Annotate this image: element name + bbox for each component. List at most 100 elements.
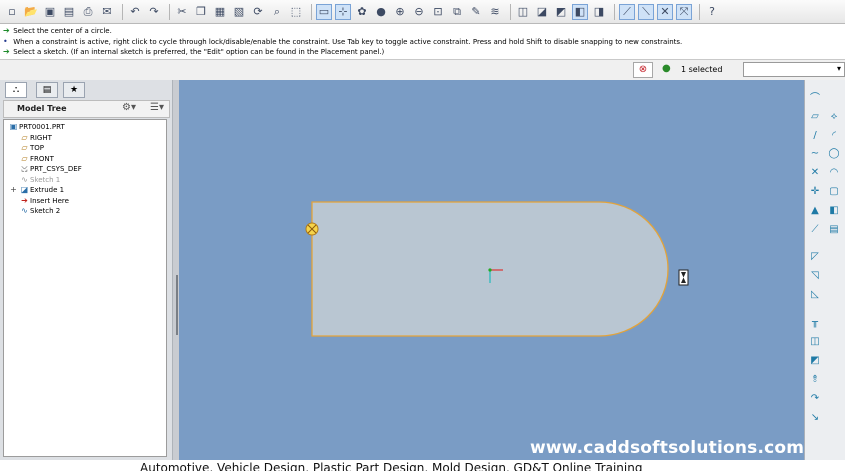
datum-plane-icon: ▱ — [21, 133, 28, 142]
mirror-icon[interactable]: ◹ — [808, 269, 822, 283]
fillet-icon[interactable]: ◠ — [827, 166, 841, 180]
datum-points-icon[interactable]: ◩ — [553, 4, 569, 20]
tree-node-insert-here[interactable]: ➔ Insert Here — [19, 196, 69, 206]
spline-icon[interactable]: ∼ — [808, 147, 822, 161]
model-tree-title: Model Tree — [17, 104, 67, 113]
tab-favorites[interactable]: ★ — [63, 82, 85, 98]
new-icon[interactable]: ▫ — [4, 4, 20, 20]
toolbar-separator — [614, 3, 615, 20]
splitter-grip[interactable] — [176, 275, 178, 335]
arrow-icon: ➔ — [3, 26, 10, 35]
undo-icon[interactable]: ↶ — [127, 4, 143, 20]
constraint-display-icon[interactable]: ✕ — [657, 3, 673, 20]
extrude-icon: ◪ — [20, 185, 29, 194]
sweep-icon[interactable]: ◩ — [808, 354, 822, 368]
hourglass-cursor-icon — [678, 269, 689, 286]
footer-banner: Automotive, Vehicle Design, Plastic Part… — [0, 460, 845, 471]
trim-icon[interactable]: ◸ — [808, 250, 822, 264]
redo-icon[interactable]: ↷ — [146, 4, 162, 20]
constraints-icon[interactable]: ⊹ — [335, 3, 351, 20]
zoom-out-icon[interactable]: ⊖ — [411, 4, 427, 20]
select-icon[interactable]: ⬚ — [288, 4, 304, 20]
round-icon[interactable]: ↷ — [808, 392, 822, 406]
tree-settings-icon[interactable]: ⚙▾ — [122, 102, 136, 113]
vertex-display-icon[interactable]: ⤧ — [676, 3, 692, 20]
expand-icon[interactable]: + — [8, 185, 19, 195]
print-icon[interactable]: ⎙ — [80, 4, 96, 20]
csys-display-icon[interactable]: ◧ — [572, 3, 588, 20]
paste-icon[interactable]: ▦ — [212, 4, 228, 20]
datum-axes-icon[interactable]: ◪ — [534, 4, 550, 20]
tree-node-top[interactable]: ▱ TOP — [19, 143, 44, 153]
sketch-svg — [305, 201, 689, 337]
tree-node-extrude1[interactable]: + ◪ Extrude 1 — [8, 185, 64, 195]
paste-special-icon[interactable]: ▧ — [231, 4, 247, 20]
message-line: • When a constraint is active, right cli… — [3, 36, 683, 46]
toolbar-separator — [699, 3, 700, 20]
sketcher-toolbar: ⌒ ▱ ⟡ / ◜ ∼ ◯ ✕ ◠ ✛ ▢ ▲ ◧ ⟋ ▤ ◸ ◹ ◺ ╥ ◫ … — [804, 80, 845, 460]
shading-icon[interactable]: ● — [373, 4, 389, 20]
display-style-icon[interactable]: ✿ — [354, 4, 370, 20]
offset-icon[interactable]: ▢ — [827, 185, 841, 199]
info-bullet-icon: • — [3, 36, 8, 46]
point-icon[interactable]: ✕ — [808, 166, 822, 180]
copy-icon[interactable]: ❐ — [193, 4, 209, 20]
layers-icon[interactable]: ≋ — [487, 4, 503, 20]
tab-folder-browser[interactable]: ▤ — [36, 82, 58, 98]
dimension-display-icon[interactable]: ⟍ — [638, 3, 654, 20]
text-icon[interactable]: ▲ — [808, 204, 822, 218]
toolbar-separator — [311, 3, 312, 20]
datum-plane-icon: ▱ — [21, 154, 28, 163]
centerline-icon[interactable]: ⟡ — [827, 110, 841, 124]
datum-planes-icon[interactable]: ◫ — [515, 4, 531, 20]
tree-node-right[interactable]: ▱ RIGHT — [19, 133, 51, 143]
palette-icon[interactable]: ◧ — [827, 204, 841, 218]
tab-model-tree[interactable]: ⛬ — [5, 82, 27, 98]
tree-node-part[interactable]: ▣ PRT0001.PRT — [8, 122, 65, 132]
tree-node-front[interactable]: ▱ FRONT — [19, 154, 54, 164]
show-menu-icon[interactable]: ☰▾ — [150, 102, 164, 113]
model-tree: ▣ PRT0001.PRT ▱ RIGHT ▱ TOP ▱ FRONT ⤩ PRT_CSY… — [3, 119, 167, 457]
stop-icon[interactable]: ⊗ — [633, 62, 653, 78]
zoom-in-icon[interactable]: ⊕ — [392, 4, 408, 20]
blend-icon[interactable]: ⥉ — [808, 373, 822, 387]
dimension-icon[interactable]: ⟋ — [808, 223, 822, 237]
modify-icon[interactable]: ◺ — [808, 288, 822, 302]
sketch-display-icon[interactable]: ⟋ — [619, 3, 635, 20]
sketch-view-icon[interactable]: ▭ — [316, 3, 332, 20]
open-icon[interactable]: 📂 — [23, 4, 39, 20]
line-icon[interactable]: / — [808, 129, 822, 143]
revolve-icon[interactable]: ◫ — [808, 335, 822, 349]
tree-node-sketch2[interactable]: ∿ Sketch 2 — [19, 206, 60, 216]
email-icon[interactable]: ✉ — [99, 4, 115, 20]
find-icon[interactable]: ⌕ — [269, 4, 285, 20]
chamfer-icon[interactable]: ↘ — [808, 411, 822, 425]
datum-plane-icon: ▱ — [21, 143, 28, 152]
repaint-icon[interactable]: ✎ — [468, 4, 484, 20]
circle-icon[interactable]: ◯ — [827, 147, 841, 161]
select-icon[interactable]: ⌒ — [808, 92, 822, 106]
extrude-feature-icon[interactable]: ╥ — [808, 316, 822, 330]
csys-icon: ⤩ — [21, 164, 28, 173]
csys-sketch-icon[interactable]: ✛ — [808, 185, 822, 199]
rectangle-icon[interactable]: ▱ — [808, 110, 822, 124]
regenerate-icon[interactable]: ⟳ — [250, 4, 266, 20]
main-toolbar: ▫ 📂 ▣ ▤ ⎙ ✉ ↶ ↷ ✂ ❐ ▦ ▧ ⟳ ⌕ ⬚ ▭ ⊹ ✿ ● ⊕ … — [0, 0, 845, 24]
refit-icon[interactable]: ⊡ — [430, 4, 446, 20]
part-icon: ▣ — [9, 122, 18, 131]
model-tree-header: Model Tree ⚙▾ ☰▾ — [3, 100, 170, 118]
help-icon[interactable]: ? — [704, 4, 720, 20]
selection-filter[interactable]: ▾ — [743, 62, 845, 77]
save-as-icon[interactable]: ▤ — [61, 4, 77, 20]
cut-icon[interactable]: ✂ — [174, 4, 190, 20]
named-views-icon[interactable]: ⧉ — [449, 4, 465, 20]
tree-node-sketch1[interactable]: ∿ Sketch 1 — [19, 175, 60, 185]
graphics-area[interactable] — [179, 80, 804, 460]
save-icon[interactable]: ▣ — [42, 4, 58, 20]
tree-node-csys[interactable]: ⤩ PRT_CSYS_DEF — [19, 164, 81, 174]
circle-center-marker[interactable] — [305, 222, 319, 236]
constraint-icon[interactable]: ▤ — [827, 223, 841, 237]
arc-icon[interactable]: ◜ — [827, 129, 841, 143]
sketch-icon: ∿ — [21, 206, 28, 215]
annotations-icon[interactable]: ◨ — [591, 4, 607, 20]
